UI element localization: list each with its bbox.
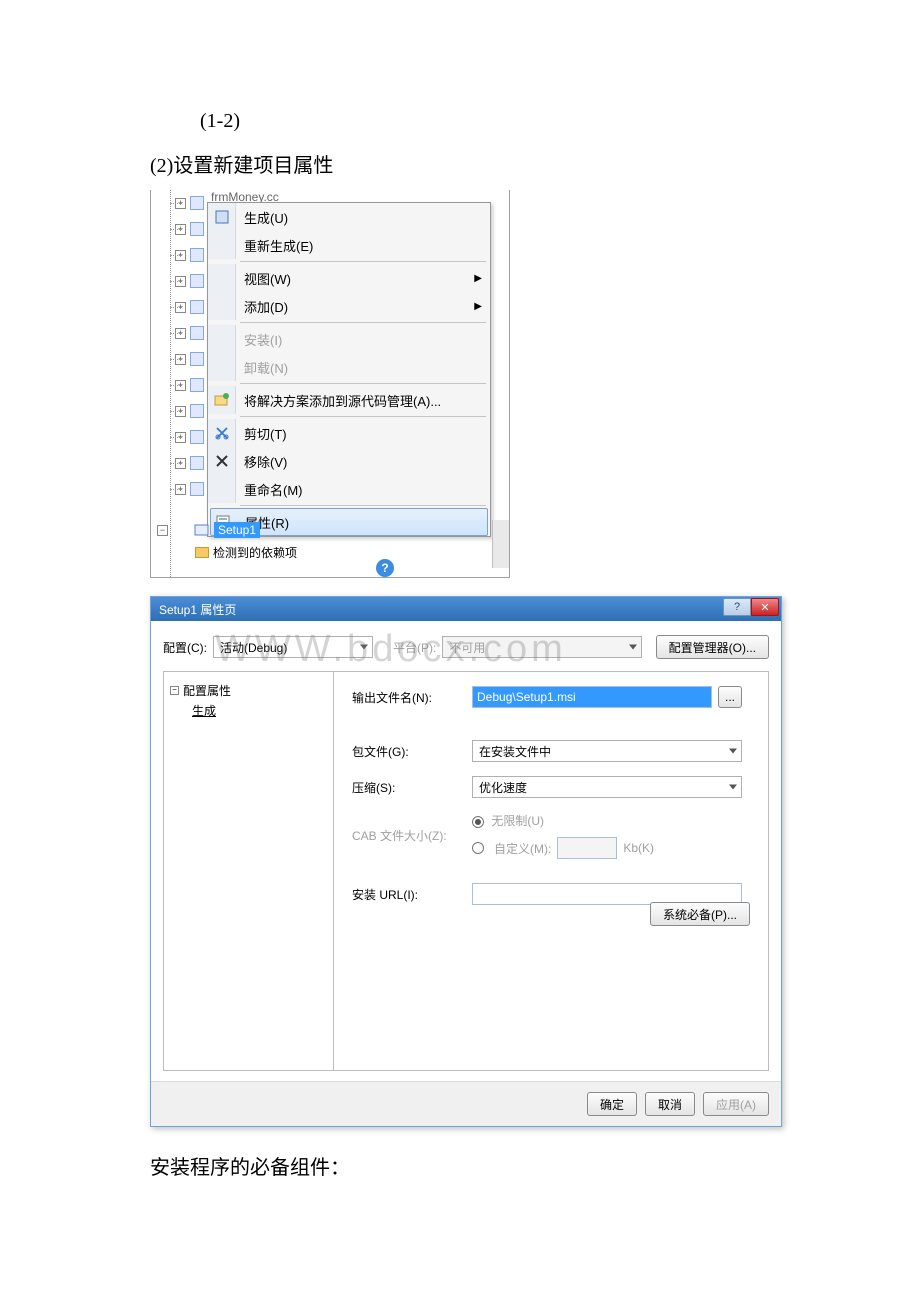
- file-icon: [190, 300, 204, 314]
- figure-caption: (1-2): [200, 110, 770, 133]
- tree-footer: − Setup1 检测到的依赖项: [153, 519, 509, 577]
- menu-uninstall: 卸载(N): [208, 353, 490, 381]
- compress-label: 压缩(S):: [352, 779, 472, 796]
- submenu-arrow-icon: ▶: [474, 301, 482, 312]
- config-label: 配置(C):: [163, 639, 207, 656]
- menu-install: 安装(I): [208, 325, 490, 353]
- section-heading: (2)设置新建项目属性: [150, 149, 770, 178]
- menu-rebuild[interactable]: 重新生成(E): [208, 231, 490, 259]
- menu-view[interactable]: 视图(W) ▶: [208, 264, 490, 292]
- help-bubble-icon: ?: [376, 559, 394, 577]
- dialog-close-button[interactable]: ✕: [751, 598, 779, 616]
- dialog-title: Setup1 属性页: [159, 601, 236, 618]
- menu-add-scc[interactable]: 将解决方案添加到源代码管理(A)...: [208, 386, 490, 414]
- prop-tree-root[interactable]: − 配置属性: [170, 680, 327, 700]
- config-manager-button[interactable]: 配置管理器(O)...: [656, 635, 769, 659]
- project-icon: [194, 522, 210, 538]
- menu-remove[interactable]: 移除(V): [208, 447, 490, 475]
- tree-node-setup1[interactable]: Setup1: [214, 522, 260, 538]
- platform-combo: 不可用: [442, 636, 642, 658]
- context-menu: 生成(U) 重新生成(E) 视图(W) ▶ 添加(D) ▶ 安装(I): [207, 202, 491, 537]
- menu-cut[interactable]: 剪切(T): [208, 419, 490, 447]
- properties-dialog: Setup1 属性页 ? ✕ 配置(C): 活动(Debug) 平台(P): 不…: [150, 596, 782, 1127]
- menu-add[interactable]: 添加(D) ▶: [208, 292, 490, 320]
- package-label: 包文件(G):: [352, 743, 472, 760]
- cancel-button[interactable]: 取消: [645, 1092, 695, 1116]
- prop-tree-build[interactable]: 生成: [170, 700, 327, 720]
- dialog-titlebar: Setup1 属性页 ? ✕: [151, 597, 781, 621]
- screenshot-tree-context: + + + + + + + + + + + + frmMoney.cc 生成(U…: [150, 190, 510, 578]
- prop-category-tree: − 配置属性 生成: [164, 672, 334, 1070]
- folder-add-icon: [214, 392, 230, 408]
- apply-button: 应用(A): [703, 1092, 769, 1116]
- dialog-help-button[interactable]: ?: [723, 598, 751, 616]
- cab-size-label: CAB 文件大小(Z):: [352, 827, 472, 844]
- cab-custom-radio: 自定义(M): Kb(K): [472, 837, 654, 859]
- ok-button[interactable]: 确定: [587, 1092, 637, 1116]
- prerequisites-button[interactable]: 系统必备(P)...: [650, 902, 750, 926]
- cab-unlimited-radio: 无限制(U): [472, 812, 654, 829]
- build-icon: [214, 209, 230, 225]
- file-icon: [190, 456, 204, 470]
- file-icon: [190, 404, 204, 418]
- config-combo[interactable]: 活动(Debug): [213, 636, 373, 658]
- tree-collapse-icon[interactable]: −: [170, 686, 179, 695]
- menu-build[interactable]: 生成(U): [208, 203, 490, 231]
- cut-icon: [214, 425, 230, 441]
- file-icon: [190, 274, 204, 288]
- vertical-scrollbar[interactable]: [492, 520, 509, 568]
- file-icon: [190, 352, 204, 366]
- radio-icon: [472, 842, 484, 854]
- tree-node-deps[interactable]: 检测到的依赖项: [213, 544, 297, 561]
- file-icon: [190, 430, 204, 444]
- file-icon: [190, 196, 204, 210]
- package-combo[interactable]: 在安装文件中: [472, 740, 742, 762]
- browse-button[interactable]: ...: [718, 686, 742, 708]
- delete-icon: [214, 453, 230, 469]
- prop-form: 输出文件名(N): Debug\Setup1.msi ... 包文件(G): 在…: [334, 672, 768, 1070]
- compress-combo[interactable]: 优化速度: [472, 776, 742, 798]
- file-icon: [190, 482, 204, 496]
- cab-size-input: [557, 837, 617, 859]
- radio-icon: [472, 816, 484, 828]
- output-filename-input[interactable]: Debug\Setup1.msi: [472, 686, 712, 708]
- config-row: 配置(C): 活动(Debug) 平台(P): 不可用 配置管理器(O)...: [163, 635, 769, 659]
- menu-rename[interactable]: 重命名(M): [208, 475, 490, 503]
- file-icon: [190, 222, 204, 236]
- folder-icon: [195, 547, 209, 558]
- platform-label: 平台(P):: [393, 639, 436, 656]
- body-paragraph: 安装程序的必备组件：: [150, 1151, 770, 1180]
- submenu-arrow-icon: ▶: [474, 273, 482, 284]
- file-icon: [190, 326, 204, 340]
- file-icon: [190, 248, 204, 262]
- file-icon: [190, 378, 204, 392]
- tree-collapse-icon[interactable]: −: [157, 525, 168, 536]
- output-filename-label: 输出文件名(N):: [352, 689, 472, 706]
- install-url-label: 安装 URL(I):: [352, 886, 472, 903]
